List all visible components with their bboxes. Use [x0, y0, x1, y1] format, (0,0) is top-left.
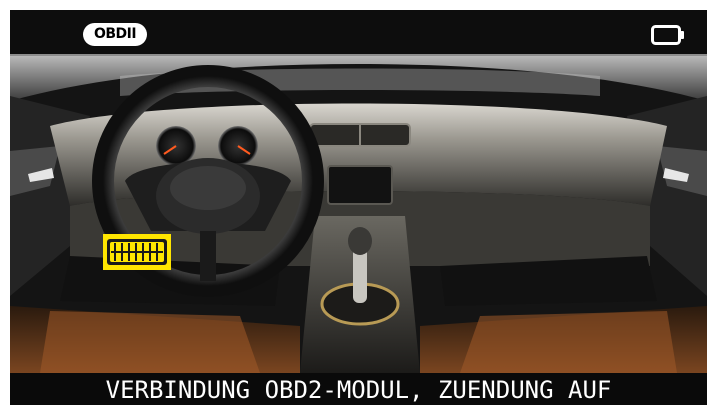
battery-icon — [651, 25, 684, 45]
status-bar: OBDII — [10, 10, 707, 56]
instruction-bar: VERBINDUNG OBD2-MODUL, ZUENDUNG AUF — [10, 373, 707, 405]
car-interior-image — [10, 56, 707, 373]
obd-port-icon — [103, 234, 171, 270]
car-interior-illustration — [10, 56, 707, 373]
instruction-text: VERBINDUNG OBD2-MODUL, ZUENDUNG AUF — [105, 376, 612, 404]
device-screen: OBDII VERBINDUNG OBD2-MODUL, ZUENDUNG AU… — [10, 10, 707, 405]
obdii-mode-badge: OBDII — [83, 23, 147, 46]
